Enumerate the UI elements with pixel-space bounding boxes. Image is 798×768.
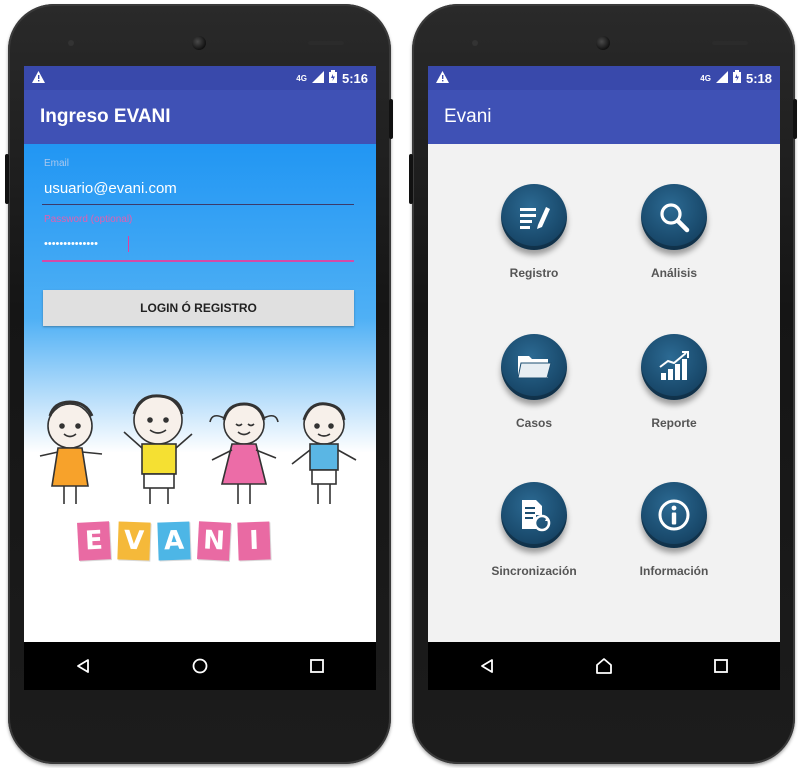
logo-letter-n: N bbox=[197, 521, 231, 561]
logo-letter-e: E bbox=[77, 521, 111, 561]
login-form: Email usuario@evani.com Password (option… bbox=[24, 144, 376, 642]
menu-item-informacion[interactable]: Información bbox=[599, 482, 749, 578]
system-nav-bar bbox=[24, 642, 376, 690]
system-nav-bar bbox=[428, 642, 780, 690]
proximity-sensor bbox=[68, 40, 74, 46]
proximity-sensor bbox=[472, 40, 478, 46]
page-title: Ingreso EVANI bbox=[40, 106, 171, 127]
menu-label-informacion: Información bbox=[639, 564, 709, 578]
status-bar: 4G 5:18 bbox=[428, 66, 780, 90]
signal-icon bbox=[715, 70, 728, 86]
evani-logo: E V A N I bbox=[77, 521, 271, 561]
text-cursor bbox=[128, 236, 129, 252]
signal-icon bbox=[311, 70, 324, 86]
sync-document-icon[interactable] bbox=[501, 482, 567, 548]
battery-icon bbox=[732, 70, 741, 86]
menu-label-reporte: Reporte bbox=[651, 416, 697, 430]
menu-screen: 4G 5:18 Evani Registro Análisis Casos Re… bbox=[428, 66, 780, 690]
power-button bbox=[793, 99, 797, 139]
menu-label-registro: Registro bbox=[509, 266, 559, 280]
phone-menu: 4G 5:18 Evani Registro Análisis Casos Re… bbox=[409, 4, 797, 764]
email-field[interactable]: usuario@evani.com bbox=[44, 180, 177, 197]
network-label: 4G bbox=[700, 73, 711, 83]
speaker-grill bbox=[712, 41, 748, 45]
battery-icon bbox=[328, 70, 337, 86]
kid-blue bbox=[291, 402, 357, 504]
speaker-grill bbox=[308, 41, 344, 45]
network-label: 4G bbox=[296, 73, 307, 83]
bar-chart-icon[interactable] bbox=[641, 334, 707, 400]
folder-icon[interactable] bbox=[501, 334, 567, 400]
menu-label-casos: Casos bbox=[515, 416, 553, 430]
warning-icon bbox=[436, 70, 449, 86]
status-time: 5:18 bbox=[745, 70, 772, 86]
app-bar: Ingreso EVANI bbox=[24, 90, 376, 144]
menu-item-sincronizacion[interactable]: Sincronización bbox=[459, 482, 609, 578]
info-icon[interactable] bbox=[641, 482, 707, 548]
logo-letter-a: A bbox=[157, 521, 191, 561]
warning-icon bbox=[32, 70, 45, 86]
front-camera bbox=[192, 36, 206, 50]
menu-item-registro[interactable]: Registro bbox=[459, 184, 609, 280]
recents-icon[interactable] bbox=[701, 646, 741, 686]
volume-button bbox=[409, 154, 413, 204]
menu-item-analisis[interactable]: Análisis bbox=[599, 184, 749, 280]
password-field[interactable]: •••••••••••••• bbox=[44, 238, 98, 250]
status-bar: 4G 5:16 bbox=[24, 66, 376, 90]
front-camera bbox=[596, 36, 610, 50]
volume-button bbox=[5, 154, 9, 204]
menu-item-reporte[interactable]: Reporte bbox=[599, 334, 749, 430]
magnifier-icon[interactable] bbox=[641, 184, 707, 250]
menu-label-analisis: Análisis bbox=[650, 266, 698, 280]
home-icon[interactable] bbox=[584, 646, 624, 686]
edit-document-icon[interactable] bbox=[501, 184, 567, 250]
main-menu: Registro Análisis Casos Reporte Sincroni… bbox=[428, 144, 780, 642]
phone-login: 4G 5:16 Ingreso EVANI Email usuario@evan… bbox=[5, 4, 393, 764]
back-icon[interactable] bbox=[467, 646, 507, 686]
two-phone-mockup: 4G 5:16 Ingreso EVANI Email usuario@evan… bbox=[0, 0, 798, 768]
kid-pink bbox=[209, 402, 279, 504]
recents-icon[interactable] bbox=[297, 646, 337, 686]
kid-orange bbox=[39, 400, 103, 504]
login-button[interactable]: LOGIN Ó REGISTRO bbox=[43, 290, 354, 326]
email-underline bbox=[42, 204, 354, 205]
password-label: Password (optional) bbox=[44, 214, 133, 225]
kids-illustration bbox=[39, 394, 357, 504]
app-bar: Evani bbox=[428, 90, 780, 144]
status-time: 5:16 bbox=[341, 70, 368, 86]
login-screen: 4G 5:16 Ingreso EVANI Email usuario@evan… bbox=[24, 66, 376, 690]
email-label: Email bbox=[44, 158, 70, 169]
page-title: Evani bbox=[444, 106, 492, 127]
kid-yellow bbox=[123, 394, 193, 504]
power-button bbox=[389, 99, 393, 139]
password-underline bbox=[42, 260, 354, 262]
back-icon[interactable] bbox=[63, 646, 103, 686]
logo-letter-i: I bbox=[237, 521, 271, 561]
logo-letter-v: V bbox=[117, 521, 151, 561]
menu-item-casos[interactable]: Casos bbox=[459, 334, 609, 430]
menu-label-sincronizacion: Sincronización bbox=[491, 564, 577, 578]
home-icon[interactable] bbox=[180, 646, 220, 686]
